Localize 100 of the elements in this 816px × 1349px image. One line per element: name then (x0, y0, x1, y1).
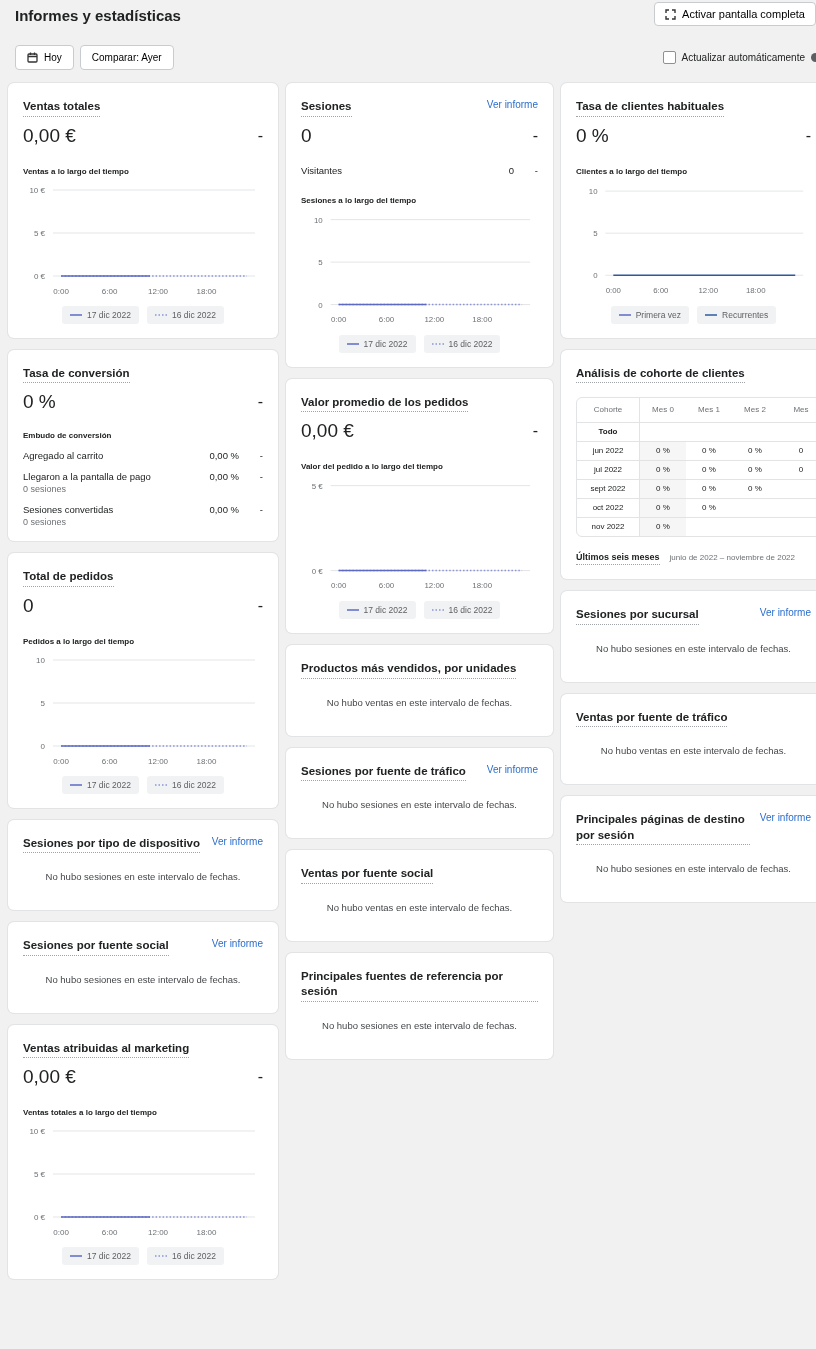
report-link[interactable]: Ver informe (759, 607, 811, 619)
compare-button[interactable]: Comparar: Ayer (79, 45, 174, 70)
legend-item[interactable]: 16 dic 2022 (147, 775, 224, 794)
table-cell: 0 % (640, 442, 686, 461)
step-label: Sesiones convertidas (23, 504, 115, 516)
legend-item[interactable]: 17 dic 2022 (62, 305, 139, 324)
legend-item[interactable]: 16 dic 2022 (423, 601, 501, 620)
axis-label: 0 € (33, 271, 45, 281)
report-link[interactable]: Ver informe (486, 99, 538, 110)
empty-message: No hubo sesiones en este intervalo de fechas. (44, 870, 242, 885)
empty-message: No hubo sesiones en este intervalo de fechas. (595, 641, 792, 656)
legend-item[interactable]: 17 dic 2022 (62, 1247, 139, 1266)
axis-label: 5 € (33, 1170, 45, 1180)
axis-label: 12:00 (424, 581, 445, 591)
axis-label: 18:00 (472, 314, 493, 324)
axis-label: 0:00 (53, 756, 69, 766)
legend-item[interactable]: 17 dic 2022 (338, 334, 416, 353)
table-cell: 0 % (640, 499, 686, 518)
chart-title[interactable]: Ventas a lo largo del tiempo (23, 166, 263, 176)
card-title[interactable]: Valor promedio de los pedidos (301, 394, 469, 413)
report-link[interactable]: Ver informe (211, 835, 263, 847)
change-value: - (805, 126, 811, 145)
table-cell: 0 % (640, 518, 686, 537)
axis-label: 10 € (29, 1127, 45, 1137)
legend-item[interactable]: 16 dic 2022 (423, 334, 501, 353)
table-cell-text: 0 % (701, 502, 717, 515)
card-title[interactable]: Análisis de cohorte de clientes (576, 365, 745, 384)
metric-value: 0 % (23, 391, 56, 414)
period-label[interactable]: Últimos seis meses (576, 551, 660, 566)
card-title[interactable]: Tasa de clientes habituales (576, 99, 725, 117)
legend-item[interactable]: Primera vez (610, 305, 689, 324)
page-title: Informes y estadísticas (15, 7, 181, 24)
axis-label: 6:00 (378, 581, 395, 591)
axis-label: 18:00 (745, 285, 766, 295)
chart-title[interactable]: Pedidos a lo largo del tiempo (23, 636, 263, 646)
legend-item[interactable]: 16 dic 2022 (147, 1247, 224, 1266)
column-header: Mes 1 (697, 404, 721, 417)
step-label: Llegaron a la pantalla de pago (23, 471, 152, 483)
column-header: Mes 0 (651, 404, 675, 417)
report-link[interactable]: Ver informe (211, 938, 263, 950)
report-link[interactable]: Ver informe (486, 763, 538, 775)
step-percent: 0,00 % (208, 504, 239, 516)
card-title[interactable]: Ventas totales (23, 99, 101, 117)
card-title[interactable]: Principales páginas de destino por sesión (576, 812, 750, 846)
card-title[interactable]: Ventas por fuente de tráfico (576, 709, 728, 728)
auto-refresh-checkbox[interactable]: Actualizar automáticamente (662, 51, 805, 64)
legend-item[interactable]: 17 dic 2022 (62, 775, 139, 794)
axis-label: 6:00 (653, 285, 669, 295)
table-cell-text: 0 % (747, 464, 763, 477)
change-value: - (533, 164, 538, 176)
axis-label: 10 (36, 655, 45, 665)
card-title[interactable]: Sesiones por fuente de tráfico (301, 763, 466, 782)
change-value: - (258, 504, 263, 516)
chart-title[interactable]: Ventas totales a lo largo del tiempo (23, 1108, 263, 1118)
change-value: - (532, 422, 538, 441)
card-title[interactable]: Sesiones por fuente social (23, 938, 169, 956)
metric-value: 0,00 € (23, 124, 76, 147)
metric-value: 0,00 € (301, 420, 354, 443)
card-title[interactable]: Principales fuentes de referencia por sesión (301, 968, 538, 1002)
card-title[interactable]: Total de pedidos (23, 569, 114, 587)
axis-label: 0 (318, 300, 323, 310)
axis-label: 10 (588, 186, 598, 196)
legend-item[interactable]: Recurrentes (697, 305, 777, 324)
table-cell-text: 0 % (701, 445, 717, 458)
chart-title[interactable]: Sesiones a lo largo del tiempo (301, 195, 538, 205)
card-title[interactable]: Sesiones (301, 99, 352, 117)
axis-label: 5 (318, 257, 323, 267)
axis-label: 18:00 (196, 1228, 217, 1238)
axis-label: 0 € (311, 566, 323, 576)
card-title[interactable]: Ventas por fuente social (301, 866, 434, 884)
axis-label: 0:00 (330, 581, 347, 591)
report-link[interactable]: Ver informe (759, 812, 811, 824)
axis-label: 5 € (33, 228, 45, 238)
axis-label: 0 (593, 270, 598, 280)
legend-item[interactable]: 16 dic 2022 (147, 305, 224, 324)
step-label: Agregado al carrito (23, 450, 105, 462)
row-value: 0 (507, 164, 514, 176)
card-title[interactable]: Sesiones por sucursal (576, 607, 699, 625)
empty-message: No hubo ventas en este intervalo de fechas. (599, 744, 788, 759)
table-cell-text: 0 (797, 464, 805, 477)
axis-label: 18:00 (196, 286, 217, 296)
change-value: - (257, 393, 263, 412)
step-percent: 0,00 % (208, 450, 239, 462)
axis-label: 10 € (29, 185, 45, 195)
card-title[interactable]: Productos más vendidos, por unidades (301, 661, 517, 679)
legend-item[interactable]: 17 dic 2022 (338, 601, 416, 620)
card-title[interactable]: Sesiones por tipo de dispositivo (23, 835, 200, 854)
chart-title[interactable]: Valor del pedido a lo largo del tiempo (301, 462, 538, 472)
date-button[interactable]: Hoy (15, 45, 74, 70)
fullscreen-button[interactable]: Activar pantalla completa (654, 2, 816, 26)
date-range: junio de 2022 – noviembre de 2022 (669, 553, 795, 563)
chart-title[interactable]: Clientes a lo largo del tiempo (576, 166, 811, 176)
card-title[interactable]: Ventas atribuidas al marketing (23, 1040, 190, 1059)
empty-message: No hubo sesiones en este intervalo de fechas. (321, 1018, 518, 1033)
change-value: - (257, 1068, 263, 1087)
axis-label: 6:00 (101, 286, 118, 296)
table-cell: 0 % (640, 480, 686, 499)
column-header: Cohorte (577, 398, 640, 423)
empty-message: No hubo sesiones en este intervalo de fechas. (595, 862, 792, 877)
card-title[interactable]: Tasa de conversión (23, 365, 130, 384)
